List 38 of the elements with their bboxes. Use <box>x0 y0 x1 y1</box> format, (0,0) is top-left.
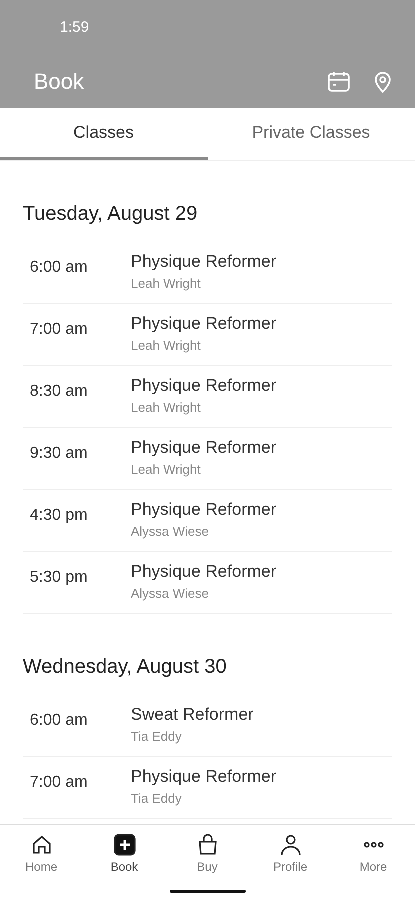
nav-item[interactable]: Buy <box>166 825 249 877</box>
class-name[interactable]: Physique Reformer <box>131 500 277 520</box>
class-name[interactable]: Physique Reformer <box>131 562 277 582</box>
nav-item[interactable]: Profile <box>249 825 332 877</box>
nav-item[interactable]: Book <box>83 825 166 877</box>
location-pin-icon[interactable] <box>373 70 393 92</box>
class-time: 6:00 am <box>29 259 89 278</box>
class-name[interactable]: Physique Reformer <box>131 767 277 787</box>
class-time: 7:00 am <box>29 321 89 340</box>
date-heading: Wednesday, August 30 <box>23 655 228 680</box>
page-title: Book <box>34 68 86 94</box>
class-name[interactable]: Sweat Reformer <box>131 705 254 725</box>
instructor-name: Tia Eddy <box>131 791 182 806</box>
class-time: 6:00 am <box>29 712 89 731</box>
class-name[interactable]: Physique Reformer <box>131 376 277 396</box>
instructor-name: Tia Eddy <box>131 729 182 744</box>
class-name[interactable]: Physique Reformer <box>131 314 277 334</box>
instructor-name: Leah Wright <box>131 338 201 353</box>
instructor-name: Leah Wright <box>131 400 201 415</box>
nav-item[interactable]: Home <box>0 825 83 877</box>
instructor-name: Alyssa Wiese <box>131 524 210 539</box>
more-icon <box>362 842 386 848</box>
instructor-name: Leah Wright <box>131 462 201 477</box>
class-time: 7:00 am <box>29 774 89 793</box>
class-name[interactable]: Physique Reformer <box>131 438 277 458</box>
calendar-icon[interactable] <box>327 70 351 92</box>
class-time: 4:30 pm <box>29 507 89 526</box>
class-time: 9:30 am <box>29 445 89 464</box>
instructor-name: Leah Wright <box>131 276 201 291</box>
class-name[interactable]: Physique Reformer <box>131 252 277 272</box>
class-time: 8:30 am <box>29 383 89 402</box>
plus-icon <box>112 833 136 857</box>
person-icon <box>278 833 302 857</box>
instructor-name: Alyssa Wiese <box>131 586 210 601</box>
nav-item[interactable]: More <box>332 825 415 877</box>
class-time: 5:30 pm <box>29 569 89 588</box>
date-heading: Tuesday, August 29 <box>23 202 199 227</box>
status-time: 1:59 <box>60 19 90 36</box>
